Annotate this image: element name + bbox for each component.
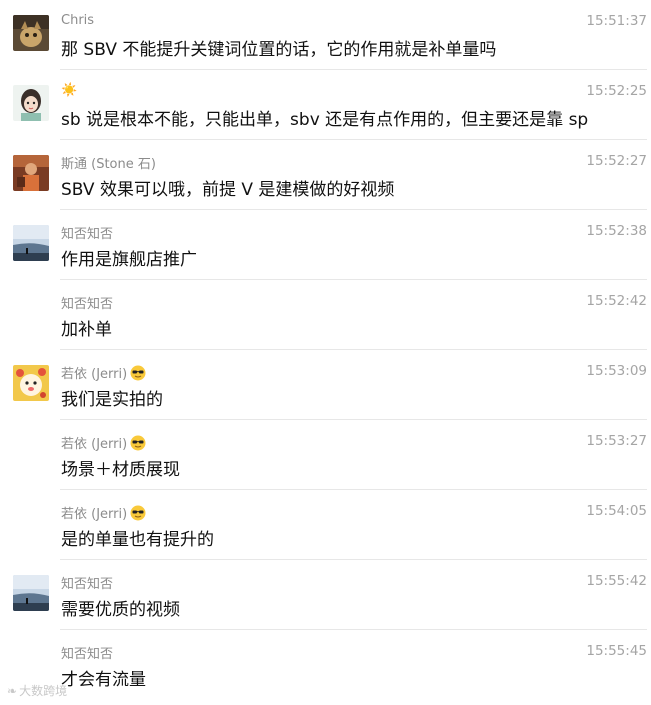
sender-name: 若依 (Jerri) [61, 503, 146, 522]
message-row[interactable]: 若依 (Jerri) 15:53:27 场景＋材质展现 [0, 420, 651, 490]
chat-history: Chris 15:51:37 那 SBV 不能提升关键词位置的话，它的作用就是补… [0, 0, 651, 705]
sunglasses-emoji-icon [130, 505, 146, 521]
sunglasses-emoji-icon [130, 365, 146, 381]
message-time: 15:55:45 [586, 643, 647, 659]
cat-avatar[interactable] [13, 15, 49, 51]
sender-name: 知否知否 [61, 227, 114, 242]
message-text: 那 SBV 不能提升关键词位置的话，它的作用就是补单量吗 [61, 40, 497, 60]
message-text: 才会有流量 [61, 670, 146, 690]
message-row[interactable]: Chris 15:51:37 那 SBV 不能提升关键词位置的话，它的作用就是补… [0, 0, 651, 70]
sender-name: 若依 (Jerri) [61, 433, 146, 452]
message-text: 是的单量也有提升的 [61, 530, 214, 550]
message-row[interactable]: 知否知否 15:55:45 才会有流量 [0, 630, 651, 700]
girl-cartoon-avatar[interactable] [13, 85, 49, 121]
message-row[interactable]: 若依 (Jerri) 15:53:09 我们是实拍的 [0, 350, 651, 420]
cartoon-avatar[interactable] [13, 365, 49, 401]
message-row[interactable]: ☀️ 15:52:25 sb 说是根本不能，只能出单，sbv 还是有点作用的，但… [0, 70, 651, 140]
message-time: 15:52:25 [586, 83, 647, 99]
message-row[interactable]: 若依 (Jerri) 15:54:05 是的单量也有提升的 [0, 490, 651, 560]
message-time: 15:54:05 [586, 503, 647, 519]
seaside-avatar[interactable] [13, 575, 49, 611]
message-time: 15:55:42 [586, 573, 647, 589]
message-time: 15:53:27 [586, 433, 647, 449]
sender-name: 若依 (Jerri) [61, 363, 146, 382]
watermark: ❧ 大数跨境 [7, 684, 68, 698]
message-row[interactable]: 知否知否 15:55:42 需要优质的视频 [0, 560, 651, 630]
watermark-logo-icon: ❧ [7, 684, 18, 698]
message-text: sb 说是根本不能，只能出单，sbv 还是有点作用的，但主要还是靠 sp [61, 110, 589, 130]
sunglasses-emoji-icon [130, 435, 146, 451]
message-row[interactable]: 知否知否 15:52:42 加补单 [0, 280, 651, 350]
message-text: 需要优质的视频 [61, 600, 180, 620]
message-time: 15:52:42 [586, 293, 647, 309]
message-time: 15:51:37 [586, 13, 647, 29]
sender-name: 知否知否 [61, 297, 114, 312]
message-text: 我们是实拍的 [61, 390, 163, 410]
message-row[interactable]: 斯通 (Stone 石) 15:52:27 SBV 效果可以哦，前提 V 是建模… [0, 140, 651, 210]
sender-name: ☀️ [61, 83, 78, 98]
person-avatar[interactable] [13, 155, 49, 191]
message-time: 15:52:27 [586, 153, 647, 169]
message-row[interactable]: 知否知否 15:52:38 作用是旗舰店推广 [0, 210, 651, 280]
sender-name: Chris [61, 13, 95, 28]
sender-name: 斯通 (Stone 石) [61, 157, 156, 172]
message-text: 加补单 [61, 320, 112, 340]
sender-name: 知否知否 [61, 647, 114, 662]
message-text: SBV 效果可以哦，前提 V 是建模做的好视频 [61, 180, 395, 200]
message-time: 15:53:09 [586, 363, 647, 379]
message-text: 场景＋材质展现 [61, 460, 180, 480]
seaside-avatar[interactable] [13, 225, 49, 261]
message-text: 作用是旗舰店推广 [61, 250, 197, 270]
sender-name: 知否知否 [61, 577, 114, 592]
message-time: 15:52:38 [586, 223, 647, 239]
